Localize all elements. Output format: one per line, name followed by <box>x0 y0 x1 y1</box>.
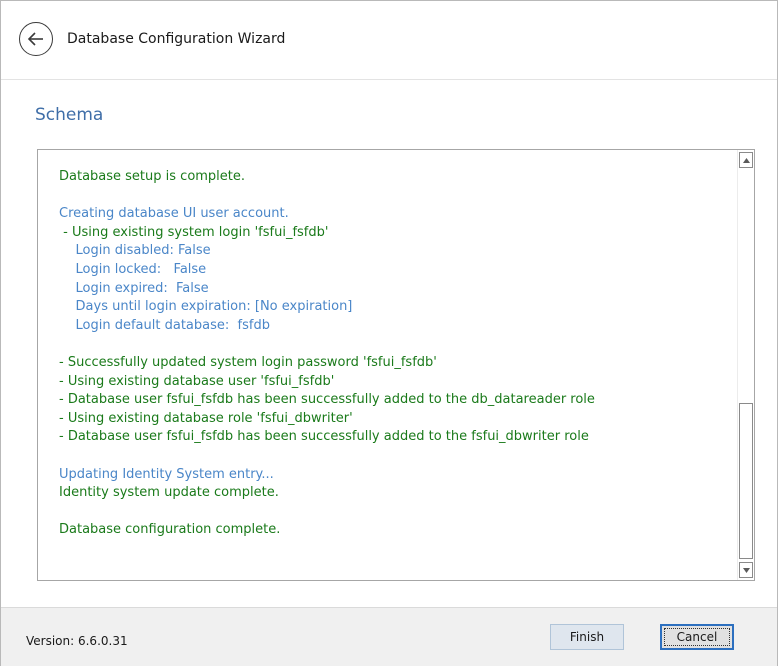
log-line: - Using existing system login 'fsfui_fsf… <box>59 224 329 240</box>
log-text: Database setup is complete. Creating data… <box>59 168 729 540</box>
version-label: Version: 6.6.0.31 <box>26 634 128 648</box>
wizard-header: Database Configuration Wizard <box>1 1 777 80</box>
log-line: Login default database: fsfdb <box>59 317 270 333</box>
log-line: Days until login expiration: [No expirat… <box>59 299 353 315</box>
scroll-up-button[interactable] <box>739 152 753 168</box>
wizard-title: Database Configuration Wizard <box>67 31 286 47</box>
log-line: Login disabled: False <box>59 243 211 259</box>
log-line: - Using existing database role 'fsfui_db… <box>59 410 353 426</box>
log-line: - Using existing database user 'fsfui_fs… <box>59 373 335 389</box>
vertical-scrollbar[interactable] <box>737 150 754 580</box>
back-button[interactable] <box>19 22 53 56</box>
log-line: - Database user fsfui_fsfdb has been suc… <box>59 392 595 408</box>
log-line: Identity system update complete. <box>59 485 279 501</box>
log-line: Login expired: False <box>59 280 209 296</box>
wizard-content: Schema Database setup is complete. Creati… <box>1 80 777 607</box>
arrow-left-icon <box>27 32 43 46</box>
wizard-window: Database Configuration Wizard Schema Dat… <box>0 0 778 666</box>
wizard-footer: Version: 6.6.0.31 Finish Cancel <box>1 607 777 666</box>
triangle-down-icon <box>743 568 750 573</box>
log-line: - Database user fsfui_fsfdb has been suc… <box>59 429 589 445</box>
scroll-thumb[interactable] <box>739 403 753 559</box>
log-line: Login locked: False <box>59 261 207 277</box>
log-output-box[interactable]: Database setup is complete. Creating data… <box>37 149 755 581</box>
focus-ring <box>664 628 730 646</box>
log-line: Creating database UI user account. <box>59 206 289 222</box>
log-line: Database configuration complete. <box>59 522 281 538</box>
section-title: Schema <box>35 105 104 125</box>
scroll-down-button[interactable] <box>739 562 753 578</box>
log-line: Updating Identity System entry... <box>59 466 274 482</box>
log-line: Database setup is complete. <box>59 169 246 184</box>
cancel-button[interactable]: Cancel <box>660 624 734 650</box>
triangle-up-icon <box>743 158 750 163</box>
finish-button[interactable]: Finish <box>550 624 624 650</box>
log-line: - Successfully updated system login pass… <box>59 354 437 370</box>
